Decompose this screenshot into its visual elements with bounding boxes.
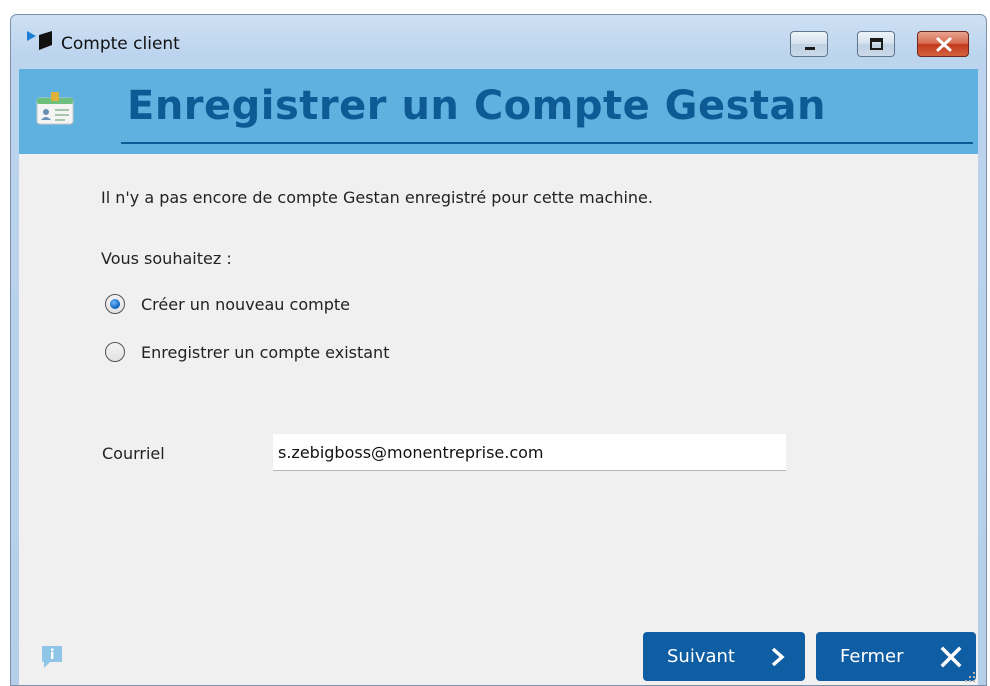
close-icon [936, 37, 952, 52]
maximize-icon [870, 38, 883, 50]
page-title: Enregistrer un Compte Gestan [127, 83, 826, 129]
radio-create-account-label[interactable]: Créer un nouveau compte [141, 295, 350, 314]
minimize-button[interactable] [790, 31, 828, 57]
resize-grip-icon[interactable] [964, 671, 976, 683]
next-button[interactable]: Suivant [643, 632, 805, 681]
title-bar[interactable]: Compte client [11, 15, 986, 69]
radio-existing-account-indicator[interactable] [105, 342, 125, 362]
chevron-right-icon [771, 647, 785, 667]
info-icon[interactable] [41, 645, 63, 669]
intro-text: Il n'y a pas encore de compte Gestan enr… [101, 188, 653, 207]
minimize-icon [805, 47, 815, 50]
close-x-icon [940, 646, 962, 668]
close-button-label: Fermer [840, 646, 904, 667]
header-band: Enregistrer un Compte Gestan [19, 69, 978, 154]
id-card-icon [36, 92, 74, 125]
close-button[interactable]: Fermer [816, 632, 976, 681]
radio-existing-account-label[interactable]: Enregistrer un compte existant [141, 343, 389, 362]
window-title: Compte client [61, 34, 180, 54]
dialog-content: Enregistrer un Compte Gestan Il n'y a pa… [19, 69, 978, 685]
email-label: Courriel [102, 444, 165, 463]
radio-create-account-indicator[interactable] [105, 294, 125, 314]
close-window-button[interactable] [917, 31, 969, 57]
next-button-label: Suivant [667, 646, 735, 667]
question-text: Vous souhaitez : [101, 249, 232, 268]
header-underline [121, 142, 973, 144]
app-logo-icon [27, 31, 52, 50]
email-field[interactable] [273, 434, 786, 471]
maximize-button[interactable] [857, 31, 895, 57]
dialog-window: Compte client Enregistrer un Compte Gest… [10, 14, 987, 686]
